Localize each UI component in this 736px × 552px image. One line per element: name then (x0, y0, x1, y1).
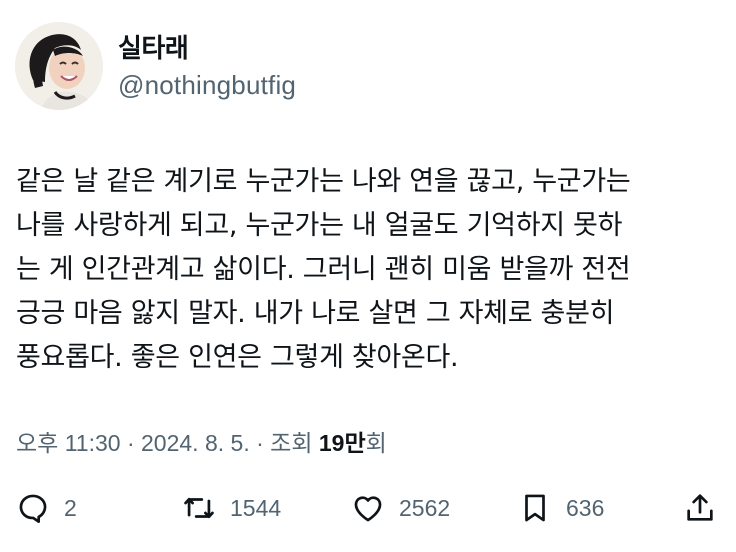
share-button[interactable] (683, 488, 717, 528)
meta-separator: · (249, 430, 271, 456)
like-button[interactable]: 2562 (351, 488, 450, 528)
share-icon (687, 494, 713, 521)
views-label: 조회 (270, 430, 319, 456)
action-bar: 2 1544 2562 636 (0, 478, 736, 538)
like-count: 2562 (399, 494, 451, 521)
tweet-time[interactable]: 오후 11:30 (16, 430, 121, 456)
avatar[interactable] (15, 22, 103, 110)
tweet-line: 는 게 인간관계고 삶이다. 그러니 괜히 미움 받을까 전전 (16, 254, 631, 285)
tweet-meta: 오후 11:30 · 2024. 8. 5. · 조회 19만회 (16, 424, 387, 458)
tweet-line: 나를 사랑하게 되고, 누군가는 내 얼굴도 기억하지 못하 (16, 210, 623, 241)
bookmark-icon (525, 494, 545, 522)
views-suffix: 회 (365, 430, 387, 456)
tweet-line: 같은 날 같은 계기로 누군가는 나와 연을 끊고, 누군가는 (16, 166, 631, 197)
avatar-image (15, 22, 103, 110)
retweet-icon (184, 497, 214, 519)
reply-button[interactable]: 2 (16, 488, 77, 528)
meta-separator: · (120, 430, 142, 456)
tweet-text: 같은 날 같은 계기로 누군가는 나와 연을 끊고, 누군가는 나를 사랑하게 … (16, 160, 728, 380)
retweet-count: 1544 (230, 494, 282, 521)
author-display-name[interactable]: 실타래 (118, 28, 189, 65)
author-handle[interactable]: @nothingbutfig (118, 70, 296, 101)
bookmark-count: 636 (566, 494, 605, 521)
retweet-button[interactable]: 1544 (182, 488, 281, 528)
bookmark-button[interactable]: 636 (518, 488, 604, 528)
heart-icon (354, 496, 382, 522)
reply-icon (19, 494, 47, 523)
tweet-line: 풍요롭다. 좋은 인연은 그렇게 찾아온다. (16, 342, 459, 373)
tweet-date[interactable]: 2024. 8. 5. (141, 430, 250, 456)
views-count: 19만 (318, 430, 366, 456)
reply-count: 2 (64, 494, 77, 521)
tweet-line: 긍긍 마음 앓지 말자. 내가 나로 살면 그 자체로 충분히 (16, 298, 615, 329)
